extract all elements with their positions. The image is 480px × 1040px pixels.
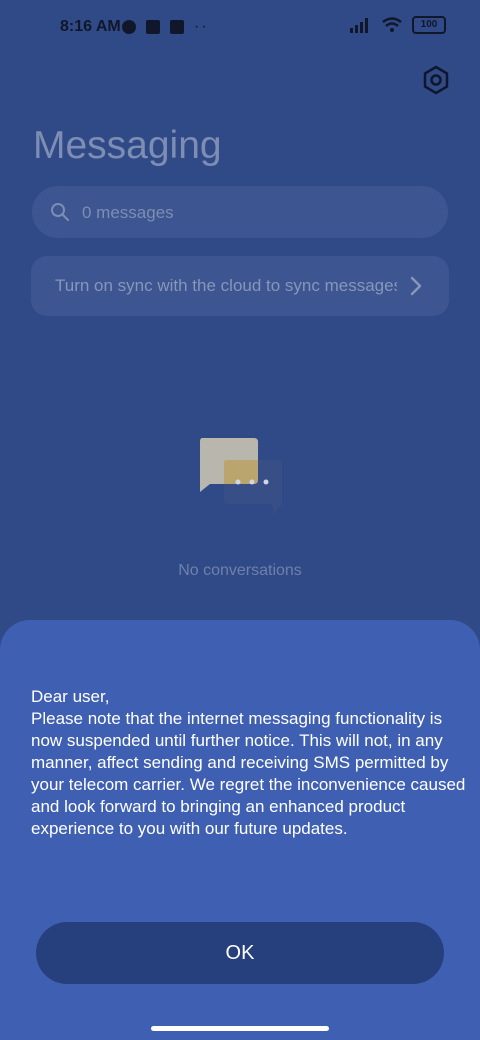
wifi-icon [382,17,402,32]
notice-greeting: Dear user, [31,687,110,706]
sync-banner[interactable]: Turn on sync with the cloud to sync mess… [31,256,449,316]
battery-icon: 100 [412,16,446,34]
notification-upload-icon [170,20,184,34]
notification-app-icon [122,20,136,34]
notification-square-icon [146,20,160,34]
empty-state-text: No conversations [178,562,302,579]
search-bar[interactable]: 0 messages [32,186,448,238]
chat-bubbles-icon [200,438,282,514]
search-placeholder: 0 messages [82,203,174,222]
home-indicator[interactable] [151,1026,329,1031]
signal-icon [350,18,368,33]
status-time: 8:16 AM [60,18,121,35]
notice-message: Dear user, Please note that the internet… [31,686,467,840]
status-notification-icons: ·· [122,18,209,36]
ok-button[interactable]: OK [36,922,444,984]
page-title: Messaging [33,124,222,167]
search-icon [51,203,69,221]
settings-gear-icon[interactable] [420,64,452,96]
sync-banner-text: Turn on sync with the cloud to sync mess… [55,276,397,295]
status-bar: 8:16 AM ·· 100 [0,0,480,56]
chevron-right-icon [410,276,422,296]
status-system-icons: 100 [350,16,446,34]
notice-body: Please note that the internet messaging … [31,709,466,838]
more-notifications-icon: ·· [194,18,209,35]
